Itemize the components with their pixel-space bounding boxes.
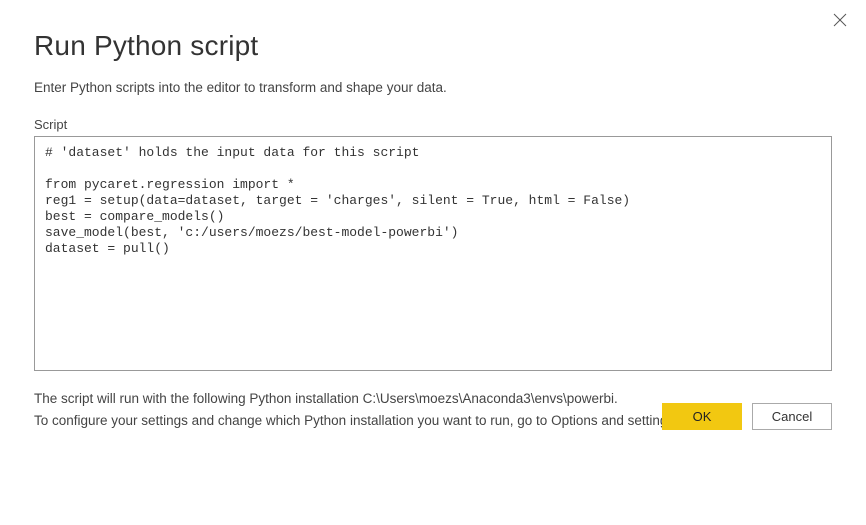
close-button[interactable] [830, 10, 850, 30]
ok-button[interactable]: OK [662, 403, 742, 430]
dialog-button-row: OK Cancel [662, 403, 832, 430]
script-label: Script [34, 117, 832, 132]
dialog-title: Run Python script [34, 30, 832, 62]
run-python-script-dialog: Run Python script Enter Python scripts i… [0, 0, 866, 452]
dialog-subtitle: Enter Python scripts into the editor to … [34, 80, 832, 95]
script-editor[interactable] [34, 136, 832, 371]
close-icon [833, 13, 847, 27]
cancel-button[interactable]: Cancel [752, 403, 832, 430]
